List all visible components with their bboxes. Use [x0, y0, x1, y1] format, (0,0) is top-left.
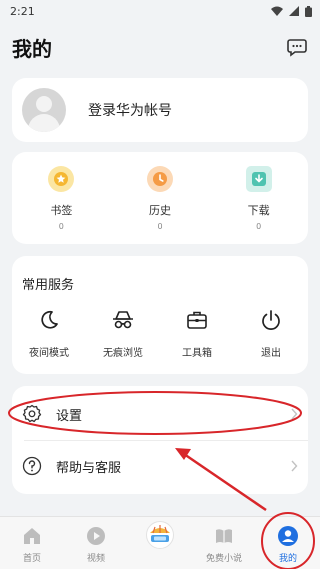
- tab-video-label: 视频: [86, 554, 105, 564]
- settings-label: 设置: [56, 408, 83, 424]
- tab-home-label: 首页: [22, 554, 41, 564]
- tab-center[interactable]: [130, 517, 190, 569]
- toolbox-item[interactable]: 工具箱: [162, 308, 232, 359]
- home-icon: [24, 528, 40, 544]
- bottom-tab-bar: 首页 视频 免费小说 我的: [0, 516, 320, 569]
- status-icons: [271, 5, 312, 17]
- help-row[interactable]: 帮助与客服: [12, 440, 308, 492]
- login-label: 登录华为帐号: [88, 103, 172, 119]
- message-icon[interactable]: [286, 36, 308, 58]
- night-mode-item[interactable]: 夜间模式: [14, 308, 84, 359]
- power-icon: [262, 310, 280, 330]
- history-label: 历史: [148, 204, 171, 217]
- services-card: 常用服务 夜间模式 无痕浏览 工具箱 退出: [12, 256, 308, 374]
- tab-mine-label: 我的: [278, 554, 297, 564]
- page-title: 我的: [12, 36, 52, 61]
- history-count: 0: [157, 222, 163, 231]
- quick-access-card: 书签 0 历史 0 下载 0: [12, 152, 308, 244]
- bookmarks-count: 0: [58, 222, 64, 231]
- bookmarks-item[interactable]: 书签 0: [25, 166, 97, 244]
- tab-video[interactable]: 视频: [66, 517, 126, 569]
- downloads-item[interactable]: 下载 0: [223, 166, 295, 244]
- services-row: 夜间模式 无痕浏览 工具箱 退出: [12, 308, 308, 359]
- chevron-right-icon: [291, 408, 298, 420]
- exit-label: 退出: [261, 348, 281, 359]
- login-card[interactable]: 登录华为帐号: [12, 78, 308, 142]
- settings-row[interactable]: 设置: [12, 388, 308, 440]
- video-icon: [87, 527, 105, 545]
- tab-free-novels[interactable]: 免费小说: [194, 517, 254, 569]
- incognito-item[interactable]: 无痕浏览: [88, 308, 158, 359]
- status-time: 2:21: [10, 4, 35, 18]
- bookmarks-label: 书签: [50, 204, 73, 217]
- incognito-label: 无痕浏览: [103, 348, 143, 359]
- book-icon: [216, 529, 232, 543]
- help-label: 帮助与客服: [56, 460, 122, 476]
- tab-mine[interactable]: 我的: [258, 517, 318, 569]
- downloads-count: 0: [256, 222, 262, 231]
- signal-icon: [289, 6, 299, 16]
- gear-icon: [22, 404, 42, 423]
- toolbox-icon: [187, 311, 207, 329]
- download-icon: [245, 166, 272, 192]
- incognito-icon: [113, 311, 133, 329]
- night-mode-label: 夜间模式: [29, 348, 69, 359]
- menu-card: 设置 帮助与客服: [12, 386, 308, 494]
- header: 我的: [12, 32, 308, 62]
- history-item[interactable]: 历史 0: [124, 166, 196, 244]
- center-event-icon: [146, 521, 174, 549]
- help-icon: [22, 456, 42, 476]
- downloads-label: 下载: [247, 204, 270, 217]
- avatar: [22, 88, 66, 132]
- chevron-right-icon: [291, 460, 298, 472]
- star-icon: [48, 166, 75, 192]
- status-bar: 2:21: [0, 0, 320, 22]
- toolbox-label: 工具箱: [182, 348, 212, 359]
- battery-icon: [305, 5, 312, 17]
- services-title: 常用服务: [22, 278, 75, 293]
- tab-home[interactable]: 首页: [2, 517, 62, 569]
- profile-icon: [278, 526, 298, 546]
- exit-item[interactable]: 退出: [236, 308, 306, 359]
- tab-free-novels-label: 免费小说: [205, 554, 242, 564]
- clock-icon: [146, 166, 173, 192]
- wifi-icon: [271, 6, 283, 16]
- moon-icon: [41, 310, 58, 329]
